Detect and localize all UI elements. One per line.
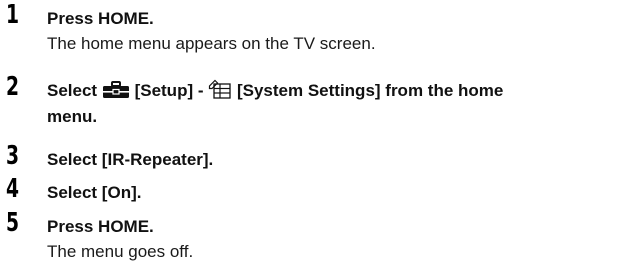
step-title-line-1: Select [Setup] - [System Settings] from … — [47, 79, 503, 105]
step-number: 2 — [6, 72, 19, 102]
step-description: The home menu appears on the TV screen. — [47, 34, 376, 53]
step-number: 1 — [6, 0, 19, 30]
step-number: 5 — [6, 208, 19, 238]
system-settings-label: [System Settings] from the home — [236, 81, 504, 100]
step-number: 3 — [6, 141, 19, 171]
step-title: Select [Setup] - [System Settings] from … — [47, 79, 503, 128]
step-number: 4 — [6, 174, 19, 204]
instruction-steps: 1 Press HOME. The home menu appears on t… — [0, 0, 627, 278]
step-title-line-2: menu. — [47, 107, 98, 126]
setup-label: [Setup] - — [134, 81, 204, 100]
system-settings-icon — [208, 79, 232, 105]
step-title: Select [On]. — [47, 183, 142, 202]
step-title-prefix: Select — [47, 81, 98, 100]
step-title: Press HOME. — [47, 217, 154, 236]
step-title: Press HOME. — [47, 9, 154, 28]
toolbox-icon — [102, 81, 130, 105]
step-description: The menu goes off. — [47, 242, 194, 261]
step-title: Select [IR-Repeater]. — [47, 150, 214, 169]
